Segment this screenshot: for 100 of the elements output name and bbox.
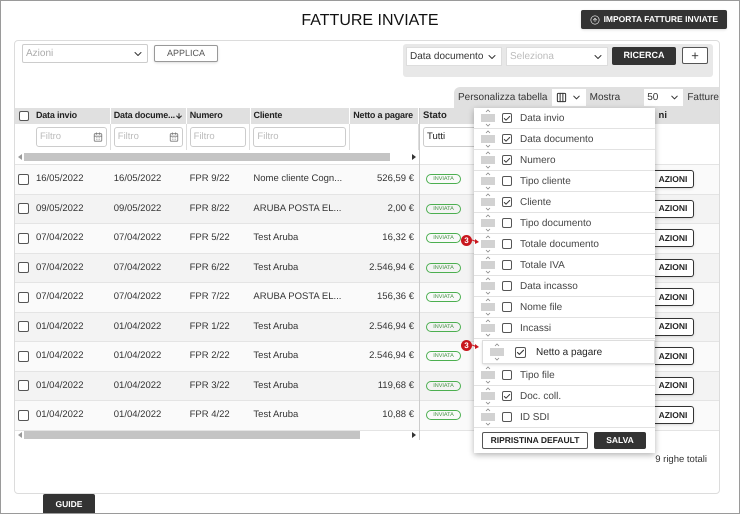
checkbox[interactable]	[18, 380, 29, 392]
table-cell-text: 07/04/2022	[34, 260, 84, 275]
scroll-right-icon[interactable]	[412, 432, 416, 438]
table-cell-text: 07/04/2022	[112, 231, 162, 246]
column-option[interactable]: Totale IVA	[474, 255, 655, 276]
column-option[interactable]: Data documento	[474, 129, 655, 150]
table-cell-text: 2.546,94 €	[368, 320, 415, 334]
scroll-left-icon[interactable]	[18, 432, 22, 438]
columns-select[interactable]	[552, 89, 586, 106]
save-button[interactable]: SALVA	[594, 432, 646, 449]
row-actions-button[interactable]: AZIONI	[653, 288, 694, 306]
checkbox[interactable]	[18, 350, 29, 362]
search-button[interactable]: RICERCA	[612, 47, 676, 65]
drag-handle-icon[interactable]	[480, 366, 496, 384]
apply-button[interactable]: APPLICA	[154, 45, 218, 62]
column-option[interactable]: Tipo cliente	[474, 171, 655, 192]
calendar-icon[interactable]	[168, 132, 179, 142]
drag-handle-icon[interactable]	[480, 109, 496, 127]
column-header[interactable]: Numero	[190, 109, 223, 123]
guide-tab[interactable]: GUIDE	[43, 494, 95, 513]
checkbox[interactable]	[502, 323, 512, 333]
checkbox[interactable]	[19, 111, 29, 121]
checkbox[interactable]	[502, 218, 512, 228]
table-cell-text: Test Aruba	[252, 260, 300, 275]
row-actions-button[interactable]: AZIONI	[653, 347, 694, 366]
column-option[interactable]: Tipo documento	[474, 213, 655, 234]
column-option[interactable]: Data incasso	[474, 276, 655, 297]
table-cell-text: FPR 1/22	[188, 320, 231, 334]
drag-handle-icon[interactable]	[489, 343, 505, 361]
column-header[interactable]: ni	[658, 108, 667, 124]
row-actions-button[interactable]: AZIONI	[653, 200, 694, 218]
import-button[interactable]: IMPORTA FATTURE INVIATE	[580, 10, 727, 29]
checkbox[interactable]	[18, 292, 29, 303]
drag-handle-icon[interactable]	[480, 319, 496, 337]
column-header[interactable]: Data docume...	[114, 109, 175, 123]
column-option[interactable]: Cliente	[474, 192, 655, 213]
drag-handle-icon[interactable]	[480, 172, 496, 190]
checkbox[interactable]	[502, 134, 512, 144]
column-header[interactable]: Stato	[423, 108, 447, 124]
drag-handle-icon[interactable]	[480, 277, 496, 295]
table-cell-text: 01/04/2022	[34, 349, 84, 364]
checkbox[interactable]	[18, 321, 29, 332]
table-cell-text: 09/05/2022	[34, 202, 84, 216]
checkbox[interactable]	[18, 203, 29, 214]
calendar-icon[interactable]	[92, 132, 103, 142]
table-cell-text: FPR 4/22	[188, 408, 231, 422]
checkbox[interactable]	[18, 262, 29, 274]
checkbox[interactable]	[502, 391, 512, 401]
add-button[interactable]: +	[682, 47, 708, 64]
scroll-right-icon[interactable]	[412, 154, 416, 160]
table-cell-text: 07/04/2022	[112, 290, 162, 304]
page-size-select[interactable]: 50	[644, 89, 684, 106]
reset-default-button[interactable]: RIPRISTINA DEFAULT	[482, 432, 588, 449]
checkbox[interactable]	[18, 410, 29, 421]
drag-handle-icon[interactable]	[480, 408, 496, 426]
table-cell-text: 10,88 €	[381, 408, 415, 422]
table-cell-text: Test Aruba	[252, 378, 300, 393]
date-field-select[interactable]: Data documento	[406, 47, 502, 66]
table-cell-text: ARUBA POSTA EL...	[252, 290, 342, 304]
drag-handle-icon[interactable]	[480, 298, 496, 316]
row-actions-button[interactable]: AZIONI	[653, 170, 694, 188]
drag-handle-icon[interactable]	[480, 256, 496, 274]
column-header[interactable]: Cliente	[254, 109, 282, 123]
column-option[interactable]: Tipo file	[474, 365, 655, 386]
row-actions-button[interactable]: AZIONI	[653, 258, 694, 277]
checkbox[interactable]	[515, 346, 526, 358]
checkbox[interactable]	[502, 412, 512, 422]
row-actions-button[interactable]: AZIONI	[653, 229, 694, 248]
drag-handle-icon[interactable]	[480, 130, 496, 148]
column-header[interactable]: Data invio	[36, 109, 77, 123]
column-option[interactable]: Doc. coll.	[474, 386, 655, 407]
drag-handle-icon[interactable]	[480, 214, 496, 232]
drag-handle-icon[interactable]	[480, 387, 496, 405]
checkbox[interactable]	[502, 176, 512, 186]
scroll-left-icon[interactable]	[18, 154, 22, 160]
column-option[interactable]: ID SDI	[474, 407, 655, 428]
table-cell-text: 526,59 €	[376, 172, 415, 186]
row-actions-button[interactable]: AZIONI	[653, 318, 694, 336]
checkbox[interactable]	[502, 113, 512, 123]
drag-handle-icon[interactable]	[480, 235, 496, 253]
checkbox[interactable]	[502, 302, 512, 312]
row-actions-button[interactable]: AZIONI	[653, 406, 694, 424]
checkbox[interactable]	[18, 174, 29, 185]
column-option[interactable]: Numero	[474, 150, 655, 171]
checkbox[interactable]	[502, 197, 512, 207]
drag-handle-icon[interactable]	[480, 151, 496, 169]
horizontal-scrollbar[interactable]	[15, 430, 419, 440]
column-option[interactable]: Data invio	[474, 108, 655, 129]
checkbox[interactable]	[502, 370, 512, 380]
row-actions-button[interactable]: AZIONI	[653, 376, 694, 395]
checkbox[interactable]	[502, 281, 512, 291]
column-header[interactable]: Netto a pagare	[353, 109, 413, 123]
checkbox[interactable]	[502, 260, 512, 270]
drag-handle-icon[interactable]	[480, 193, 496, 211]
column-option[interactable]: Netto a pagare	[482, 340, 655, 364]
column-option[interactable]: Incassi	[474, 318, 655, 339]
checkbox[interactable]	[18, 232, 29, 244]
checkbox[interactable]	[502, 155, 512, 165]
checkbox[interactable]	[502, 239, 512, 249]
column-option[interactable]: Nome file	[474, 297, 655, 318]
